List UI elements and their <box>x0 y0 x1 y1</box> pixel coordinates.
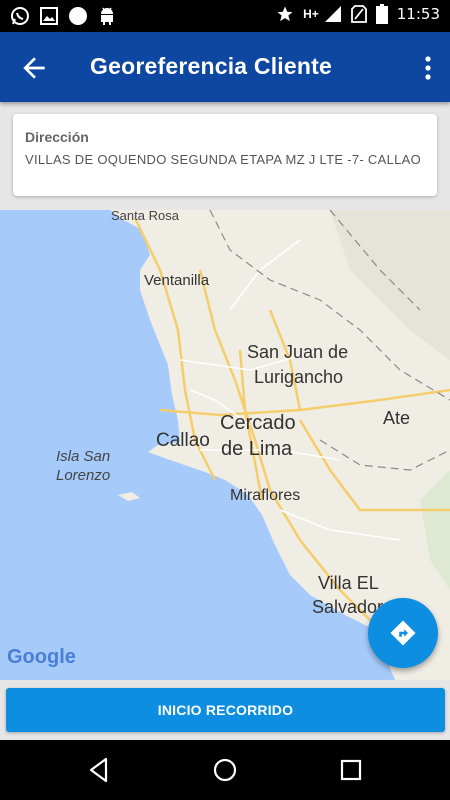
map-label-lurigancho: Lurigancho <box>254 367 344 387</box>
whatsapp-icon <box>11 7 29 25</box>
google-logo: Google <box>7 646 76 669</box>
map-label-miraflores: Miraflores <box>230 487 301 504</box>
status-bar: H+ 11:53 <box>0 0 450 32</box>
address-value: VILLAS DE OQUENDO SEGUNDA ETAPA MZ J LTE… <box>25 152 422 167</box>
more-vert-icon[interactable] <box>420 52 436 84</box>
address-label: Dirección <box>25 129 89 145</box>
map-label-callao: Callao <box>156 430 210 451</box>
navigation-bar <box>0 740 450 800</box>
google-logo-text: Google <box>7 646 76 668</box>
start-route-button[interactable]: INICIO RECORRIDO <box>6 688 445 732</box>
page-title: Georeferencia Cliente <box>90 53 332 79</box>
map-island <box>118 492 140 501</box>
map-label-ate: Ate <box>383 408 411 428</box>
circle-icon <box>69 7 87 25</box>
battery-icon <box>375 4 388 24</box>
image-icon <box>40 7 58 25</box>
signal-icon <box>324 6 341 22</box>
android-icon <box>101 7 113 25</box>
nav-recents-icon[interactable] <box>336 755 366 785</box>
status-system: H+ 11:53 <box>276 4 440 24</box>
map-label-lorenzo: Lorenzo <box>56 467 111 484</box>
arrow-back-icon[interactable] <box>18 52 50 84</box>
no-sim-icon <box>350 5 367 23</box>
address-card: Dirección VILLAS DE OQUENDO SEGUNDA ETAP… <box>13 114 437 196</box>
map-label-cercado: Cercado <box>220 412 296 434</box>
directions-button[interactable] <box>368 598 438 668</box>
app-bar: Georeferencia Cliente <box>0 32 450 102</box>
directions-icon <box>390 620 416 646</box>
nav-home-icon[interactable] <box>210 755 240 785</box>
star-icon <box>277 6 293 22</box>
clock: 11:53 <box>396 5 440 23</box>
map-label-santa-rosa: Santa Rosa <box>111 210 179 223</box>
status-notifications <box>10 6 116 26</box>
network-type: H+ <box>303 7 319 21</box>
nav-back-icon[interactable] <box>84 755 114 785</box>
map-label-de-lima: de Lima <box>221 438 293 460</box>
map-label-ventanilla: Ventanilla <box>144 272 210 289</box>
map-label-villa-el: Villa EL <box>318 573 379 593</box>
map-label-san-juan-de: San Juan de <box>247 342 349 362</box>
map-label-isla-san: Isla San <box>56 448 111 465</box>
